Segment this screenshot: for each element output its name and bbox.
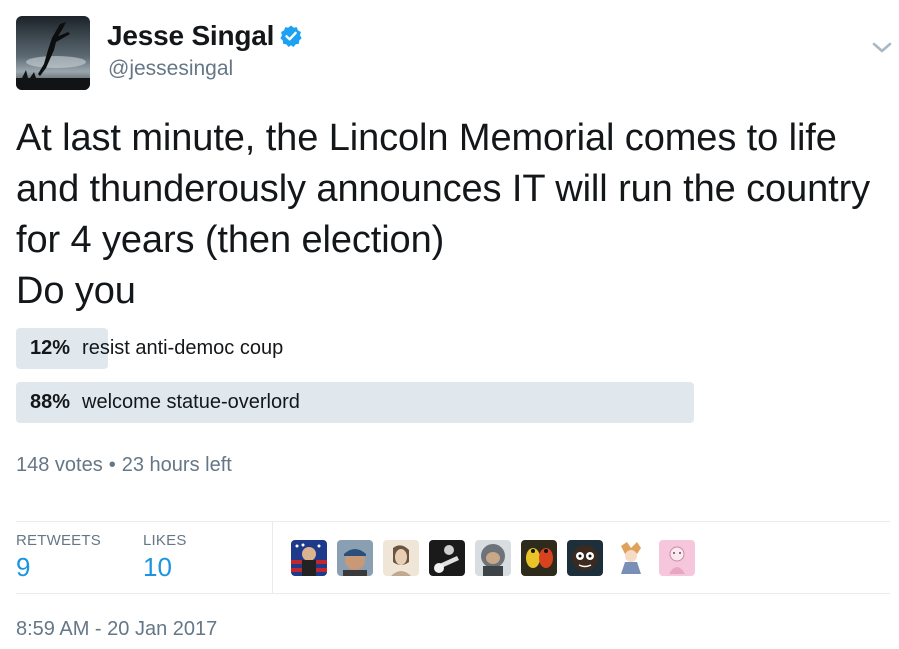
- tweet-timestamp[interactable]: 8:59 AM - 20 Jan 2017: [16, 618, 217, 641]
- parrots-avatar-icon[interactable]: [521, 540, 557, 576]
- poll-percent: 12%: [30, 337, 71, 359]
- author-name: Jesse Singal: [107, 20, 275, 51]
- cap-man-avatar-icon[interactable]: [337, 540, 373, 576]
- poll-choice-text: welcome statue-overlord: [82, 391, 300, 413]
- likes-count: 10: [143, 552, 172, 582]
- verified-badge-icon: [279, 24, 303, 48]
- poll-meta: 148 votes • 23 hours left: [16, 454, 232, 477]
- author-avatar[interactable]: [16, 16, 90, 90]
- chevron-down-icon[interactable]: [870, 38, 894, 58]
- poll-choice-1[interactable]: 12% resist anti-democ coup: [16, 328, 786, 369]
- author-name-row[interactable]: Jesse Singal: [107, 20, 303, 52]
- guitarist-avatar-icon[interactable]: [429, 540, 465, 576]
- flag-avatar-icon[interactable]: [291, 540, 327, 576]
- separator-dot: •: [108, 454, 116, 476]
- winter-hood-avatar-icon[interactable]: [475, 540, 511, 576]
- silhouette-leaping-figure-icon: [16, 16, 90, 90]
- poll-vote-count: 148 votes: [16, 454, 103, 476]
- divider: [16, 521, 890, 522]
- retweets-label: RETWEETS: [16, 532, 101, 549]
- poll-choice-label: 88% welcome statue-overlord: [30, 382, 300, 423]
- poll-choice-text: resist anti-democ coup: [82, 337, 284, 359]
- pink-sketch-avatar-icon[interactable]: [659, 540, 695, 576]
- author-handle[interactable]: @jessesingal: [108, 57, 233, 81]
- divider: [272, 521, 273, 593]
- anime-character-avatar-icon[interactable]: [613, 540, 649, 576]
- poll-percent: 88%: [30, 391, 71, 413]
- retweets-stat[interactable]: RETWEETS 9: [16, 532, 101, 583]
- retweets-count: 9: [16, 552, 31, 582]
- sketch-portrait-avatar-icon[interactable]: [383, 540, 419, 576]
- divider: [16, 593, 890, 594]
- likes-stat[interactable]: LIKES 10: [143, 532, 187, 583]
- cartoon-character-avatar-icon[interactable]: [567, 540, 603, 576]
- poll-choice-label: 12% resist anti-democ coup: [30, 328, 283, 369]
- tweet-text: At last minute, the Lincoln Memorial com…: [16, 117, 871, 312]
- poll-time-left: 23 hours left: [121, 454, 232, 476]
- poll-choice-2[interactable]: 88% welcome statue-overlord: [16, 382, 786, 423]
- likes-label: LIKES: [143, 532, 187, 549]
- likers-avatar-list: [291, 540, 705, 576]
